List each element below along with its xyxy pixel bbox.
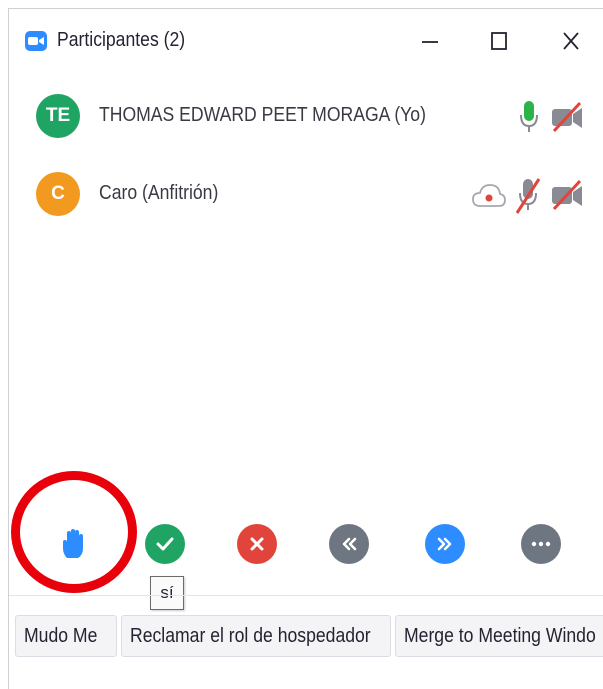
slower-icon [342,537,357,551]
participant-name: THOMAS EDWARD PEET MORAGA (Yo) [99,104,426,126]
faster-icon [437,537,452,551]
microphone-muted-icon[interactable] [515,177,541,215]
participant-row[interactable]: TE THOMAS EDWARD PEET MORAGA (Yo) [9,87,603,149]
close-icon [563,32,579,50]
video-off-icon[interactable] [550,101,584,133]
avatar: TE [36,94,80,138]
maximize-button[interactable] [481,25,517,57]
tooltip: sí [150,576,184,610]
go-faster-button[interactable] [425,524,465,564]
merge-to-meeting-window-button[interactable]: Merge to Meeting Windo [395,615,603,657]
yes-icon [156,537,174,551]
participants-window: Participantes (2) TE THOMAS EDWARD PEET … [8,8,603,689]
highlight-circle [11,471,137,593]
participant-row[interactable]: C Caro (Anfitrión) [9,165,603,227]
microphone-on-icon[interactable] [518,99,540,135]
divider [9,595,603,596]
participant-name: Caro (Anfitrión) [99,182,219,204]
mute-me-label: Mudo Me [24,624,98,647]
title-bar: Participantes (2) [9,9,603,71]
zoom-camera-icon [25,31,47,51]
mute-me-button[interactable]: Mudo Me [15,615,117,657]
minimize-button[interactable] [412,25,448,57]
more-icon [531,541,551,547]
merge-label: Merge to Meeting Windo [404,624,596,647]
cloud-record-icon [472,184,506,207]
no-button[interactable] [237,524,277,564]
close-button[interactable] [553,25,589,57]
avatar: C [36,172,80,216]
go-slower-button[interactable] [329,524,369,564]
more-feedback-button[interactable] [521,524,561,564]
maximize-icon [491,32,507,50]
claim-host-label: Reclamar el rol de hospedador [130,624,371,647]
minimize-icon [422,41,438,43]
yes-button[interactable] [145,524,185,564]
no-icon [250,537,264,551]
video-off-icon[interactable] [550,179,584,211]
bottom-toolbar: Mudo Me Reclamar el rol de hospedador Me… [9,615,603,659]
claim-host-button[interactable]: Reclamar el rol de hospedador [121,615,391,657]
window-title: Participantes (2) [57,29,186,51]
